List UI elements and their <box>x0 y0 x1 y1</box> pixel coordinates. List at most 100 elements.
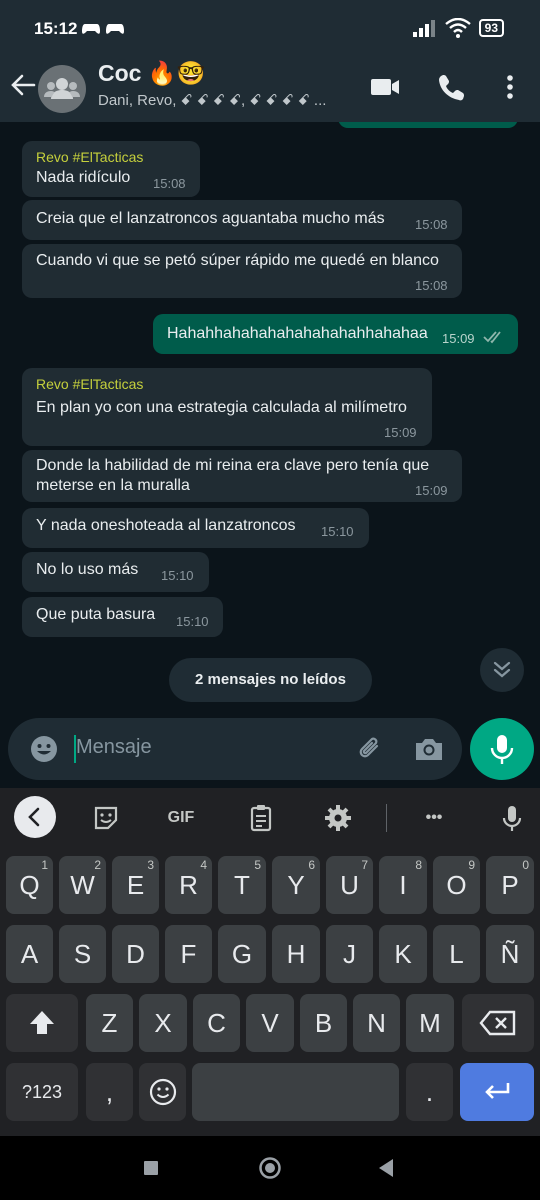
key-x[interactable]: X <box>139 994 187 1052</box>
message-bubble-incoming[interactable]: Revo #ElTacticas En plan yo con una estr… <box>22 368 432 446</box>
message-bubble-incoming[interactable]: No lo uso más 15:10 <box>22 552 209 592</box>
message-bubble-incoming[interactable]: Y nada oneshoteada al lanzatroncos 15:10 <box>22 508 369 548</box>
group-avatar[interactable] <box>38 65 86 113</box>
keyboard-toolbar: GIF ••• <box>0 788 540 848</box>
message-text: Hahahhahahahahahahahahhahahaa <box>167 325 428 342</box>
chevron-left-icon <box>28 807 40 827</box>
key-q[interactable]: Q1 <box>6 856 53 914</box>
enter-arrow-icon <box>485 1083 510 1099</box>
emoji-icon[interactable] <box>28 733 60 765</box>
key-v[interactable]: V <box>246 994 294 1052</box>
backspace-icon <box>479 1010 516 1036</box>
toolbar-divider <box>386 804 387 832</box>
recents-square-icon[interactable] <box>143 1160 159 1176</box>
message-time: 15:10 <box>176 614 209 629</box>
space-key[interactable] <box>192 1063 399 1121</box>
key-c[interactable]: C <box>193 994 240 1052</box>
key-p[interactable]: P0 <box>486 856 534 914</box>
voice-typing-icon[interactable] <box>494 800 530 836</box>
emoji-key[interactable] <box>139 1063 186 1121</box>
message-time: 15:10 <box>161 568 194 583</box>
home-circle-icon[interactable] <box>258 1156 282 1180</box>
back-triangle-icon[interactable] <box>377 1158 395 1178</box>
message-text: Que puta basura <box>36 606 156 623</box>
voice-record-button[interactable] <box>470 718 534 780</box>
scroll-to-bottom-button[interactable] <box>480 648 524 692</box>
message-time: 15:10 <box>321 524 354 539</box>
key-u[interactable]: U7 <box>326 856 373 914</box>
backspace-key[interactable] <box>462 994 534 1052</box>
unread-messages-pill[interactable]: 2 mensajes no leídos <box>169 658 372 702</box>
clipboard-icon[interactable] <box>243 800 279 836</box>
whatsapp-chat-screen: 15:12 93 Coc 🔥🤓 Dani, Revo, ꗃ ꗃ ꗃ ꗃ, ꗃ ꗃ… <box>0 0 540 1200</box>
message-bubble-outgoing[interactable]: Hahahhahahahahahahahahhahahaa 15:09 <box>153 314 518 354</box>
key-m[interactable]: M <box>406 994 454 1052</box>
gif-button[interactable]: GIF <box>163 800 199 836</box>
message-time: 15:08 <box>415 278 448 293</box>
key-w[interactable]: W2 <box>59 856 106 914</box>
status-right: 93 <box>412 18 504 38</box>
message-input-pill[interactable]: Mensaje <box>8 718 462 780</box>
message-bubble-incoming[interactable]: Donde la habilidad de mi reina era clave… <box>22 450 462 502</box>
message-bubble-incoming[interactable]: Que puta basura 15:10 <box>22 597 223 637</box>
message-sender: Revo #ElTacticas <box>36 149 144 165</box>
key-t[interactable]: T5 <box>218 856 266 914</box>
symbols-key[interactable]: ?123 <box>6 1063 78 1121</box>
wifi-icon <box>444 18 471 38</box>
key-o[interactable]: O9 <box>433 856 480 914</box>
microphone-icon <box>490 735 514 764</box>
message-time: 15:09 <box>384 425 417 440</box>
message-bubble-outgoing[interactable] <box>338 122 518 128</box>
shift-arrow-icon <box>30 1011 54 1034</box>
message-bubble-incoming[interactable]: Cuando vi que se petó súper rápido me qu… <box>22 244 462 298</box>
key-e[interactable]: E3 <box>112 856 159 914</box>
key-l[interactable]: L <box>433 925 480 983</box>
enter-key[interactable] <box>460 1063 534 1121</box>
message-bubble-incoming[interactable]: Revo #ElTacticas Nada ridículo 15:08 <box>22 141 200 197</box>
key-n[interactable]: N <box>353 994 400 1052</box>
camera-icon[interactable] <box>412 733 446 765</box>
key-f[interactable]: F <box>165 925 212 983</box>
key-enye[interactable]: Ñ <box>486 925 534 983</box>
key-d[interactable]: D <box>112 925 159 983</box>
status-bar: 15:12 93 <box>0 0 540 56</box>
more-options-icon[interactable] <box>493 70 527 104</box>
keyboard: Q1 W2 E3 R4 T5 Y6 U7 I8 O9 P0 A S D F G … <box>0 848 540 1136</box>
period-key[interactable]: . <box>406 1063 453 1121</box>
key-j[interactable]: J <box>326 925 373 983</box>
key-a[interactable]: A <box>6 925 53 983</box>
video-call-icon[interactable] <box>368 70 402 104</box>
key-r[interactable]: R4 <box>165 856 212 914</box>
message-bubble-incoming[interactable]: Creia que el lanzatroncos aguantaba much… <box>22 200 462 240</box>
message-text: Nada ridículo <box>36 169 131 186</box>
chat-title[interactable]: Coc 🔥🤓 <box>98 60 205 87</box>
message-list[interactable]: Revo #ElTacticas Nada ridículo 15:08 Cre… <box>0 122 540 718</box>
sticker-icon[interactable] <box>88 800 124 836</box>
key-h[interactable]: H <box>272 925 320 983</box>
key-z[interactable]: Z <box>86 994 133 1052</box>
key-g[interactable]: G <box>218 925 266 983</box>
phone-call-icon[interactable] <box>434 70 468 104</box>
attach-icon[interactable] <box>354 733 386 765</box>
message-time: 15:08 <box>153 176 186 191</box>
keyboard-collapse-button[interactable] <box>14 796 56 838</box>
read-ticks-icon <box>483 331 501 344</box>
key-b[interactable]: B <box>300 994 347 1052</box>
battery-indicator: 93 <box>478 19 504 37</box>
message-input[interactable]: Mensaje <box>76 736 152 759</box>
message-composer: Mensaje <box>0 718 540 788</box>
settings-gear-icon[interactable] <box>320 800 356 836</box>
key-y[interactable]: Y6 <box>272 856 320 914</box>
key-i[interactable]: I8 <box>379 856 427 914</box>
key-s[interactable]: S <box>59 925 106 983</box>
chat-participants[interactable]: Dani, Revo, ꗃ ꗃ ꗃ ꗃ, ꗃ ꗃ ꗃ ꗃ ... <box>98 92 326 109</box>
key-k[interactable]: K <box>379 925 427 983</box>
more-tools-button[interactable]: ••• <box>416 800 452 836</box>
back-arrow-icon[interactable] <box>8 70 38 100</box>
chat-header[interactable]: Coc 🔥🤓 Dani, Revo, ꗃ ꗃ ꗃ ꗃ, ꗃ ꗃ ꗃ ꗃ ... <box>0 56 540 122</box>
comma-key[interactable]: , <box>86 1063 133 1121</box>
signal-icon <box>412 20 435 37</box>
shift-key[interactable] <box>6 994 78 1052</box>
message-time: 15:09 <box>415 483 448 498</box>
message-text: Creia que el lanzatroncos aguantaba much… <box>36 210 385 227</box>
